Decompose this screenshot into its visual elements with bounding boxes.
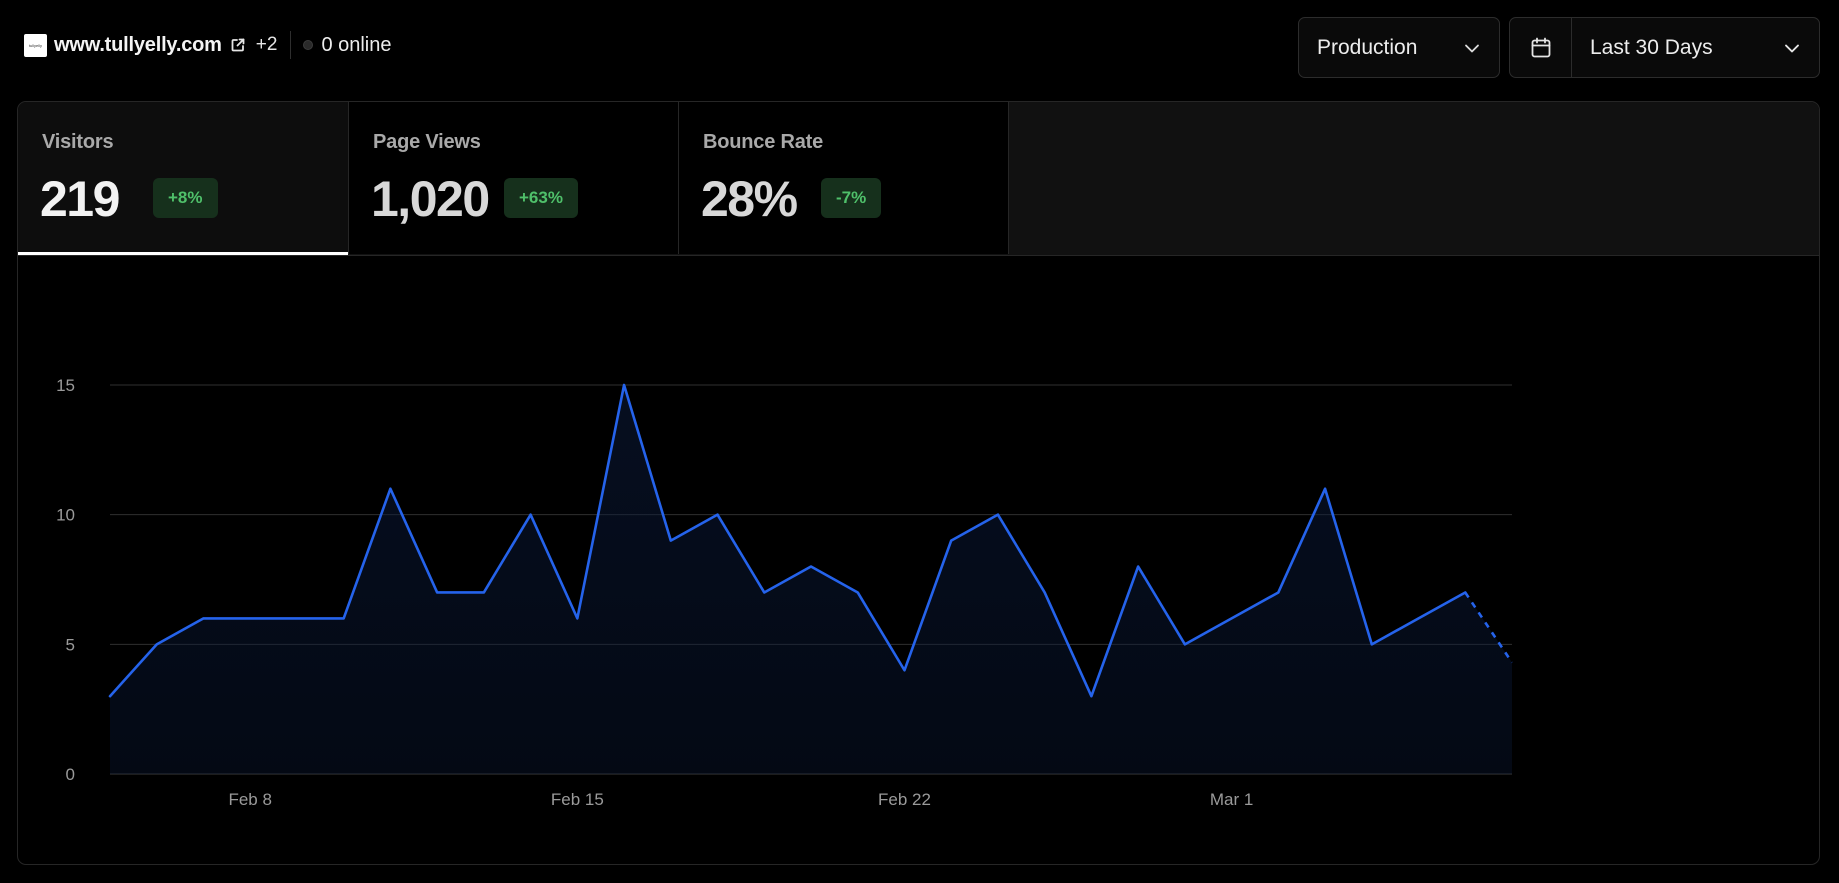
y-tick-label: 0 xyxy=(66,765,75,784)
chevron-down-icon xyxy=(1463,39,1481,57)
data-point[interactable] xyxy=(1273,587,1283,597)
metric-change-badge: +63% xyxy=(504,178,578,218)
visitors-chart: 0 5 10 15 Feb 8 Feb 15 Feb 22 Mar 1 xyxy=(18,255,1819,864)
metric-label: Bounce Rate xyxy=(703,131,824,153)
data-point[interactable] xyxy=(152,639,162,649)
data-point[interactable] xyxy=(713,510,723,520)
metric-label: Visitors xyxy=(42,131,114,153)
metric-label: Page Views xyxy=(373,131,481,153)
top-bar: tullyelly www.tullyelly.com +2 0 online … xyxy=(0,0,1839,100)
date-range-picker: Last 30 Days xyxy=(1509,17,1820,78)
data-point[interactable] xyxy=(572,613,582,623)
site-header: tullyelly www.tullyelly.com +2 0 online xyxy=(24,30,392,60)
date-range-select[interactable]: Last 30 Days xyxy=(1572,18,1819,77)
metric-tab-page-views[interactable]: Page Views 1,020 +63% xyxy=(349,102,679,254)
data-point[interactable] xyxy=(1227,613,1237,623)
data-point[interactable] xyxy=(666,536,676,546)
data-point[interactable] xyxy=(526,510,536,520)
data-point[interactable] xyxy=(946,536,956,546)
data-point[interactable] xyxy=(1180,639,1190,649)
external-link-icon[interactable] xyxy=(230,37,246,53)
data-point[interactable] xyxy=(339,613,349,623)
data-point[interactable] xyxy=(385,484,395,494)
data-point[interactable] xyxy=(1040,587,1050,597)
data-point[interactable] xyxy=(1086,691,1096,701)
x-tick-label: Feb 8 xyxy=(228,790,271,809)
environment-select[interactable]: Production xyxy=(1298,17,1500,78)
chart-svg: 0 5 10 15 Feb 8 Feb 15 Feb 22 Mar 1 xyxy=(56,376,1517,809)
favicon-text: tullyelly xyxy=(28,42,43,48)
extra-domains-count[interactable]: +2 xyxy=(256,34,278,56)
data-point[interactable] xyxy=(1367,639,1377,649)
y-tick-label: 10 xyxy=(56,506,75,525)
metric-tab-visitors[interactable]: Visitors 219 +8% xyxy=(18,102,349,255)
y-tick-label: 5 xyxy=(66,635,75,654)
data-point[interactable] xyxy=(1320,484,1330,494)
chevron-down-icon xyxy=(1783,39,1801,57)
online-count: 0 online xyxy=(321,33,392,56)
y-tick-label: 15 xyxy=(56,376,75,395)
metric-value: 1,020 xyxy=(371,171,490,227)
metric-change-badge: +8% xyxy=(153,178,218,218)
x-tick-label: Feb 22 xyxy=(878,790,931,809)
data-point[interactable] xyxy=(1507,657,1517,667)
data-point[interactable] xyxy=(105,691,115,701)
data-point[interactable] xyxy=(432,587,442,597)
data-point[interactable] xyxy=(619,380,629,390)
site-domain[interactable]: www.tullyelly.com xyxy=(54,34,222,57)
data-point[interactable] xyxy=(292,613,302,623)
calendar-button[interactable] xyxy=(1510,18,1572,77)
x-tick-label: Mar 1 xyxy=(1210,790,1253,809)
status-dot-icon xyxy=(303,40,314,50)
data-point[interactable] xyxy=(853,587,863,597)
data-point[interactable] xyxy=(759,587,769,597)
metric-change-badge: -7% xyxy=(821,178,882,218)
metric-tabs: Visitors 219 +8% Page Views 1,020 +63% B… xyxy=(18,102,1819,256)
data-point[interactable] xyxy=(198,613,208,623)
data-point[interactable] xyxy=(993,510,1003,520)
x-tick-label: Feb 15 xyxy=(551,790,604,809)
data-point[interactable] xyxy=(245,613,255,623)
data-point[interactable] xyxy=(806,562,816,572)
metric-value: 28% xyxy=(701,171,798,227)
data-point[interactable] xyxy=(479,587,489,597)
metric-tab-bounce-rate[interactable]: Bounce Rate 28% -7% xyxy=(679,102,1009,254)
divider xyxy=(290,31,292,59)
data-point[interactable] xyxy=(1133,562,1143,572)
metric-value: 219 xyxy=(40,171,120,227)
calendar-icon xyxy=(1531,37,1550,57)
data-point[interactable] xyxy=(1414,613,1424,623)
date-range-select-value: Last 30 Days xyxy=(1590,35,1713,59)
data-point[interactable] xyxy=(899,665,909,675)
series-area xyxy=(110,385,1512,774)
data-point[interactable] xyxy=(1460,587,1470,597)
site-favicon: tullyelly xyxy=(24,33,47,57)
analytics-card: Visitors 219 +8% Page Views 1,020 +63% B… xyxy=(17,101,1820,865)
environment-select-value: Production xyxy=(1317,35,1418,59)
